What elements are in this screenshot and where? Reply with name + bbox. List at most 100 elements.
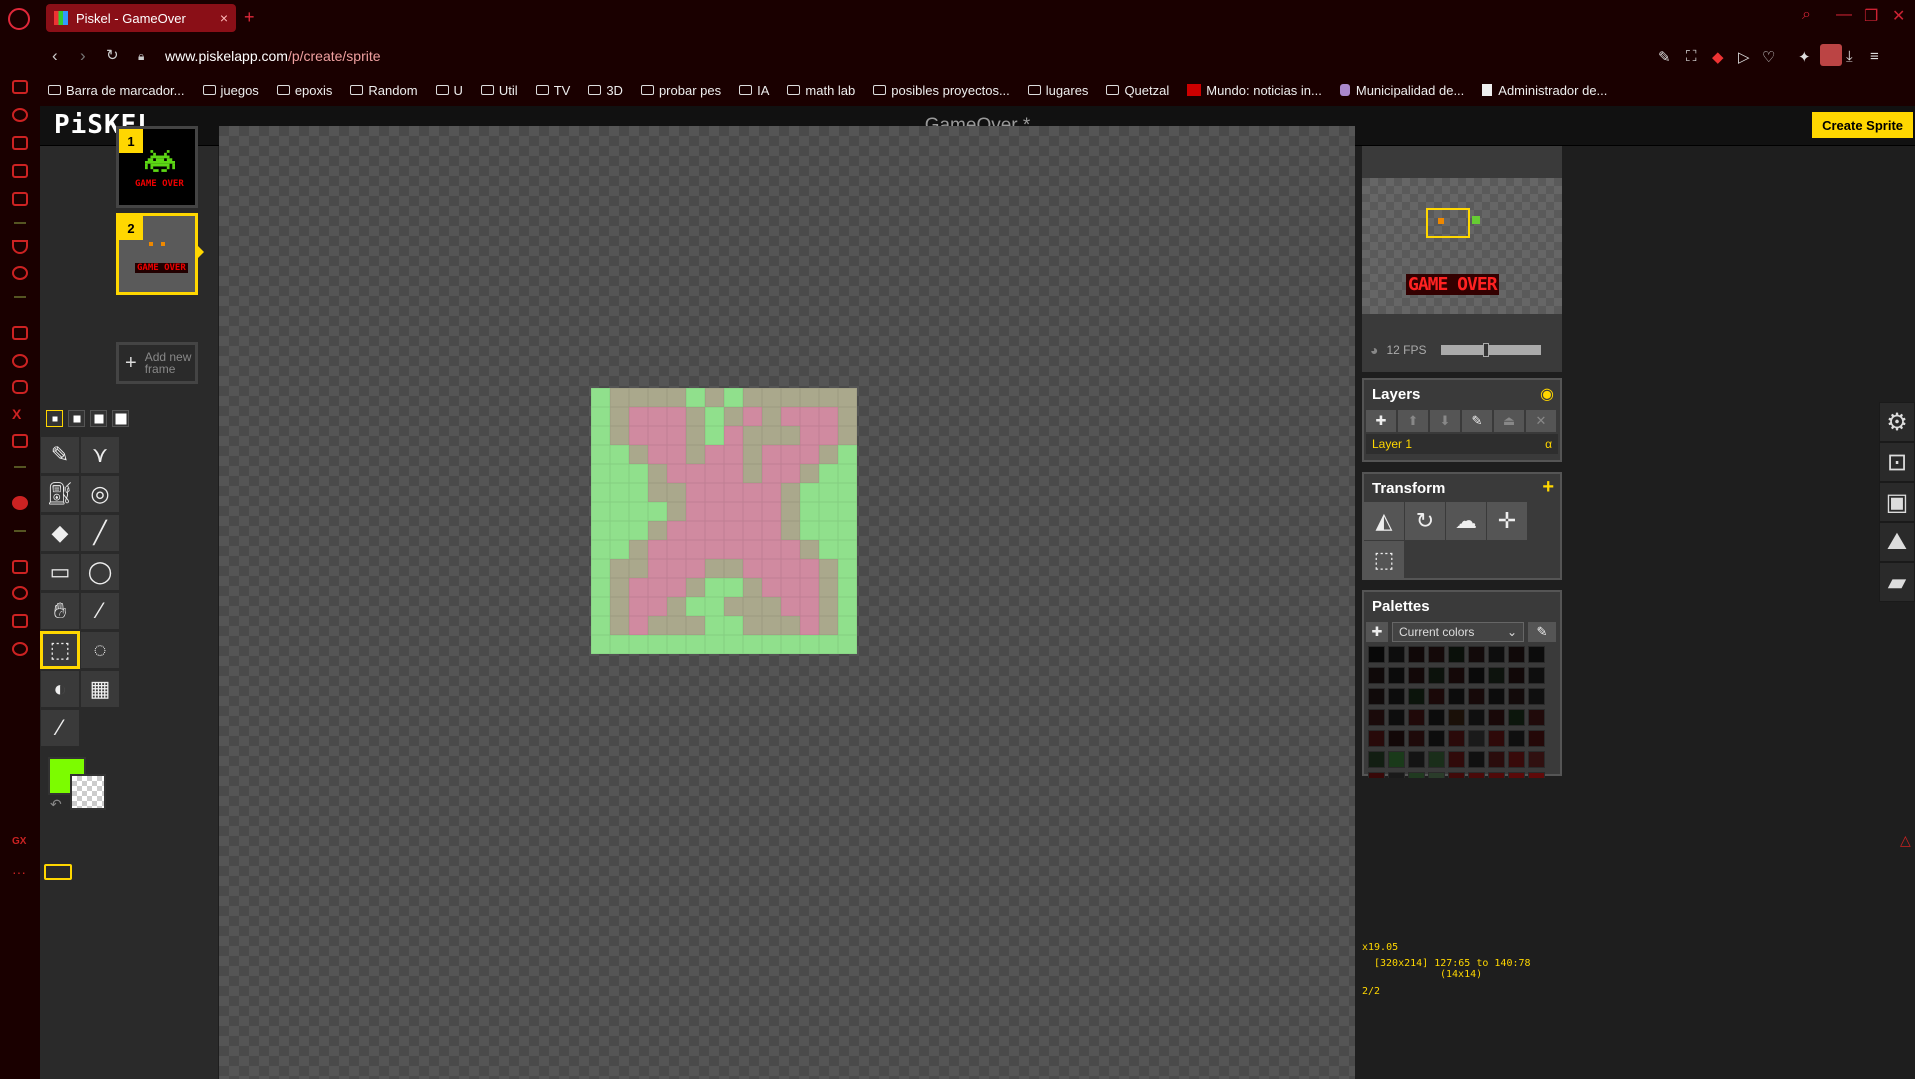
new-tab-icon[interactable]: + — [244, 7, 255, 28]
sprite-pixel[interactable] — [667, 464, 686, 483]
palette-swatch[interactable] — [1388, 709, 1405, 726]
shield-icon[interactable]: ◆ — [1712, 48, 1724, 66]
palette-swatch[interactable] — [1368, 667, 1385, 684]
bag-icon[interactable] — [12, 136, 28, 150]
sprite-pixel[interactable] — [610, 597, 629, 616]
sprite-pixel[interactable] — [743, 635, 762, 654]
palette-swatch[interactable] — [1528, 688, 1545, 705]
sprite-pixel[interactable] — [838, 597, 857, 616]
fps-slider-handle[interactable] — [1482, 343, 1489, 357]
palette-swatch[interactable] — [1408, 646, 1425, 663]
sprite-pixel[interactable] — [686, 578, 705, 597]
sprite-pixel[interactable] — [781, 559, 800, 578]
sprite-pixel[interactable] — [743, 597, 762, 616]
heart-icon[interactable]: ♡ — [1762, 48, 1775, 66]
paint-same-color-tool-icon[interactable]: ◎ — [80, 475, 120, 513]
palette-swatch[interactable] — [1448, 667, 1465, 684]
sprite-pixel[interactable] — [743, 407, 762, 426]
aria-icon[interactable] — [12, 240, 28, 254]
bookmark-item[interactable]: juegos — [202, 78, 259, 102]
palette-swatch[interactable] — [1408, 730, 1425, 747]
sprite-pixel[interactable] — [705, 616, 724, 635]
sprite-pixel[interactable] — [648, 426, 667, 445]
sprite-pixel[interactable] — [781, 502, 800, 521]
sprite-pixel[interactable] — [819, 521, 838, 540]
sprite-pixel[interactable] — [800, 445, 819, 464]
palette-swatch[interactable] — [1388, 772, 1405, 778]
sprite-pixel[interactable] — [591, 559, 610, 578]
add-new-frame-button[interactable]: + Add new frame — [116, 342, 198, 384]
whatsapp-icon[interactable] — [12, 354, 28, 368]
instagram-icon[interactable] — [12, 380, 28, 394]
sprite-pixel[interactable] — [705, 540, 724, 559]
sprite-pixel[interactable] — [705, 388, 724, 407]
twitch-icon[interactable] — [12, 326, 28, 340]
sprite-pixel[interactable] — [591, 597, 610, 616]
sprite-pixel[interactable] — [724, 483, 743, 502]
sprite-pixel[interactable] — [762, 597, 781, 616]
sprite-pixel[interactable] — [743, 559, 762, 578]
mirror-pen-tool-icon[interactable]: ⋎ — [80, 436, 120, 474]
drawing-canvas[interactable] — [219, 126, 1355, 1079]
open-folder-icon[interactable]: ▰ — [1879, 562, 1915, 602]
minimize-icon[interactable]: — — [1836, 6, 1852, 24]
chatgpt-icon[interactable] — [12, 266, 28, 280]
sprite-pixel[interactable] — [762, 540, 781, 559]
sprite-pixel[interactable] — [705, 578, 724, 597]
sprite-pixel[interactable] — [781, 540, 800, 559]
palette-swatch[interactable] — [1528, 751, 1545, 768]
lighten-tool-icon[interactable]: ◐ — [40, 670, 80, 708]
tabs-icon[interactable] — [12, 560, 28, 574]
sprite-pixel[interactable] — [781, 388, 800, 407]
palette-swatch[interactable] — [1528, 709, 1545, 726]
pen-size-2[interactable] — [68, 410, 85, 427]
paint-bucket-tool-icon[interactable]: ⛽︎ — [40, 475, 80, 513]
sprite-pixel[interactable] — [610, 502, 629, 521]
sprite-pixel[interactable] — [648, 597, 667, 616]
sprite-pixel[interactable] — [705, 502, 724, 521]
sprite-pixel[interactable] — [838, 616, 857, 635]
sprite-pixel[interactable] — [610, 445, 629, 464]
sprite-pixel[interactable] — [781, 426, 800, 445]
url-field[interactable]: www.piskelapp.com/p/create/sprite — [165, 48, 381, 64]
sprite-pixel[interactable] — [800, 388, 819, 407]
palette-swatch[interactable] — [1408, 751, 1425, 768]
sprite-pixel[interactable] — [610, 483, 629, 502]
sprite-pixel[interactable] — [781, 578, 800, 597]
speed-icon[interactable] — [12, 108, 28, 122]
forward-icon[interactable]: › — [80, 46, 86, 66]
restore-icon[interactable]: ❐ — [1864, 6, 1878, 26]
sprite-pixel[interactable] — [610, 521, 629, 540]
back-icon[interactable]: ‹ — [52, 46, 58, 66]
record-icon[interactable] — [12, 496, 28, 510]
sprite-pixel[interactable] — [686, 388, 705, 407]
onion-skin-icon[interactable]: ◕ — [1370, 342, 1378, 358]
discord-icon[interactable] — [12, 434, 28, 448]
menu-icon[interactable]: ≡ — [1870, 48, 1879, 65]
sprite-pixel[interactable] — [781, 445, 800, 464]
sprite-pixel[interactable] — [819, 597, 838, 616]
sprite-pixel[interactable] — [591, 445, 610, 464]
palette-swatch[interactable] — [1488, 772, 1505, 778]
sprite-pixel[interactable] — [800, 540, 819, 559]
warning-icon[interactable]: △ — [1900, 832, 1911, 849]
expand-plus-icon[interactable]: + — [1542, 476, 1554, 499]
bookmark-item[interactable]: Administrador de... — [1482, 78, 1607, 102]
sprite-pixel[interactable] — [838, 426, 857, 445]
sprite-pixel[interactable] — [762, 407, 781, 426]
sprite-pixel[interactable] — [686, 521, 705, 540]
palette-swatch[interactable] — [1448, 751, 1465, 768]
reload-icon[interactable]: ↻ — [106, 46, 119, 64]
sprite-pixel[interactable] — [762, 426, 781, 445]
sprite-pixel[interactable] — [629, 445, 648, 464]
sprite-pixel[interactable] — [648, 407, 667, 426]
sprite-pixel[interactable] — [648, 483, 667, 502]
extensions-icon[interactable]: ✦ — [1798, 48, 1811, 66]
sprite-pixel[interactable] — [591, 426, 610, 445]
sprite-pixel[interactable] — [648, 502, 667, 521]
lasso-select-tool-icon[interactable]: ◌ — [80, 631, 120, 669]
palette-swatch[interactable] — [1508, 730, 1525, 747]
preview-viewport-box[interactable] — [1426, 208, 1470, 238]
crop-icon[interactable]: ⬚ — [1364, 541, 1404, 579]
sprite-pixel[interactable] — [781, 483, 800, 502]
